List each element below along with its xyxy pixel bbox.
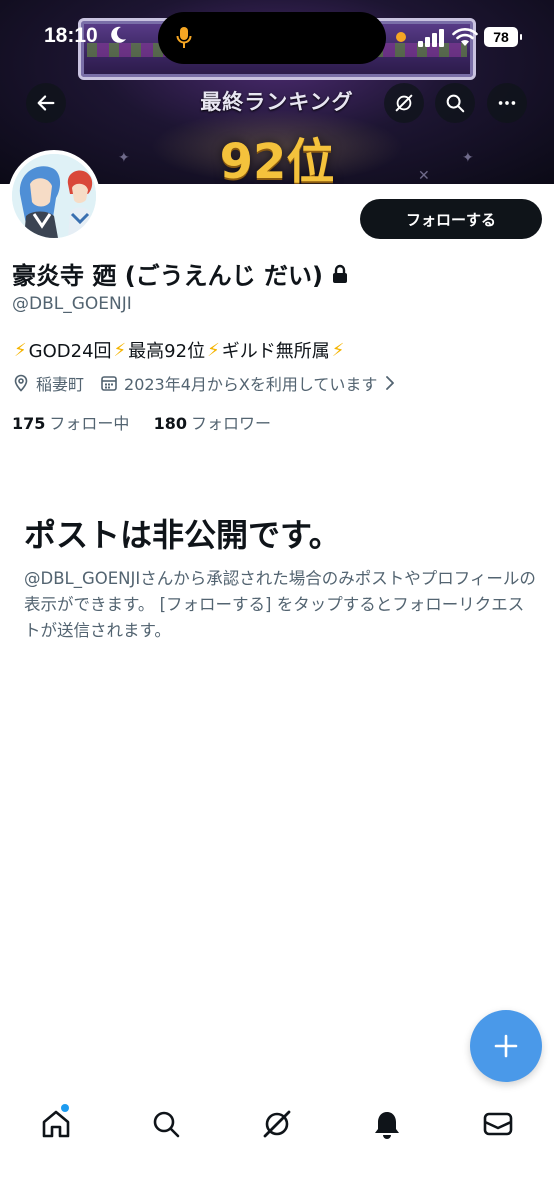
search-button[interactable] bbox=[435, 83, 475, 123]
home-icon bbox=[42, 1110, 70, 1138]
following-link[interactable]: 175 フォロー中 bbox=[12, 414, 129, 433]
wifi-icon bbox=[452, 28, 478, 46]
bio-part: 最高92位 bbox=[128, 341, 206, 362]
lightning-icon: ⚡ bbox=[113, 339, 127, 361]
moon-icon bbox=[111, 26, 126, 43]
joined-date[interactable]: 2023年4月からXを利用しています bbox=[124, 371, 377, 395]
following-label: フォロー中 bbox=[49, 414, 130, 433]
user-handle: @DBL_GOENJI bbox=[12, 294, 132, 314]
mail-icon bbox=[483, 1112, 513, 1136]
profile-bio: ⚡ GOD24回 ⚡ 最高92位 ⚡ ギルド無所属 ⚡ bbox=[12, 337, 346, 363]
lightning-icon: ⚡ bbox=[14, 339, 27, 361]
signal-icon bbox=[418, 29, 444, 47]
grok-icon bbox=[395, 94, 413, 112]
tab-search[interactable] bbox=[150, 1108, 182, 1140]
bottom-tab-bar bbox=[0, 1100, 554, 1160]
plus-icon bbox=[494, 1034, 518, 1058]
following-count: 175 bbox=[12, 414, 46, 433]
home-notification-dot bbox=[61, 1104, 69, 1112]
bio-part: ギルド無所属 bbox=[221, 341, 330, 362]
follow-button[interactable]: フォローする bbox=[360, 199, 542, 239]
lock-icon bbox=[333, 264, 348, 283]
avatar-image bbox=[12, 154, 96, 238]
display-name: 豪炎寺 廼 (ごうえんじ だい) bbox=[12, 262, 324, 290]
follow-counts: 175 フォロー中 180 フォロワー bbox=[12, 410, 271, 434]
arrow-left-icon bbox=[37, 95, 55, 111]
search-icon bbox=[446, 94, 465, 113]
tab-messages[interactable] bbox=[482, 1108, 514, 1140]
compose-button[interactable] bbox=[470, 1010, 542, 1082]
camera-indicator bbox=[396, 32, 406, 42]
display-name-row: 豪炎寺 廼 (ごうえんじ だい) bbox=[12, 256, 349, 291]
bio-part: GOD24回 bbox=[28, 341, 112, 362]
battery-indicator: 78 bbox=[484, 27, 522, 47]
status-time: 18:10 bbox=[44, 24, 98, 47]
avatar[interactable] bbox=[8, 150, 100, 242]
bell-icon bbox=[375, 1112, 399, 1139]
grok-icon bbox=[263, 1110, 291, 1138]
dynamic-island bbox=[158, 12, 386, 64]
tab-grok[interactable] bbox=[261, 1108, 293, 1140]
more-dots-icon bbox=[498, 101, 516, 105]
microphone-icon bbox=[176, 27, 192, 48]
search-icon bbox=[153, 1111, 180, 1138]
tab-notifications[interactable] bbox=[371, 1108, 403, 1140]
private-notice-title: ポストは非公開です。 bbox=[24, 516, 341, 554]
back-button[interactable] bbox=[26, 83, 66, 123]
location-text: 稲妻町 bbox=[36, 375, 85, 394]
followers-link[interactable]: 180 フォロワー bbox=[154, 414, 271, 433]
lightning-icon: ⚡ bbox=[331, 339, 345, 361]
chevron-right-icon[interactable] bbox=[381, 374, 399, 392]
followers-count: 180 bbox=[153, 414, 188, 433]
lightning-icon: ⚡ bbox=[207, 339, 220, 361]
grok-button[interactable] bbox=[384, 83, 424, 123]
private-notice-body: @DBL_GOENJIさんから承認された場合のみポストやプロフィールの表示ができ… bbox=[24, 569, 536, 640]
location-pin-icon bbox=[14, 374, 28, 392]
tab-home[interactable] bbox=[40, 1108, 72, 1140]
profile-meta: 稲妻町 2023年4月からXを利用しています bbox=[12, 371, 405, 395]
calendar-icon bbox=[101, 376, 117, 391]
followers-label: フォロワー bbox=[191, 414, 272, 433]
more-button[interactable] bbox=[487, 83, 527, 123]
